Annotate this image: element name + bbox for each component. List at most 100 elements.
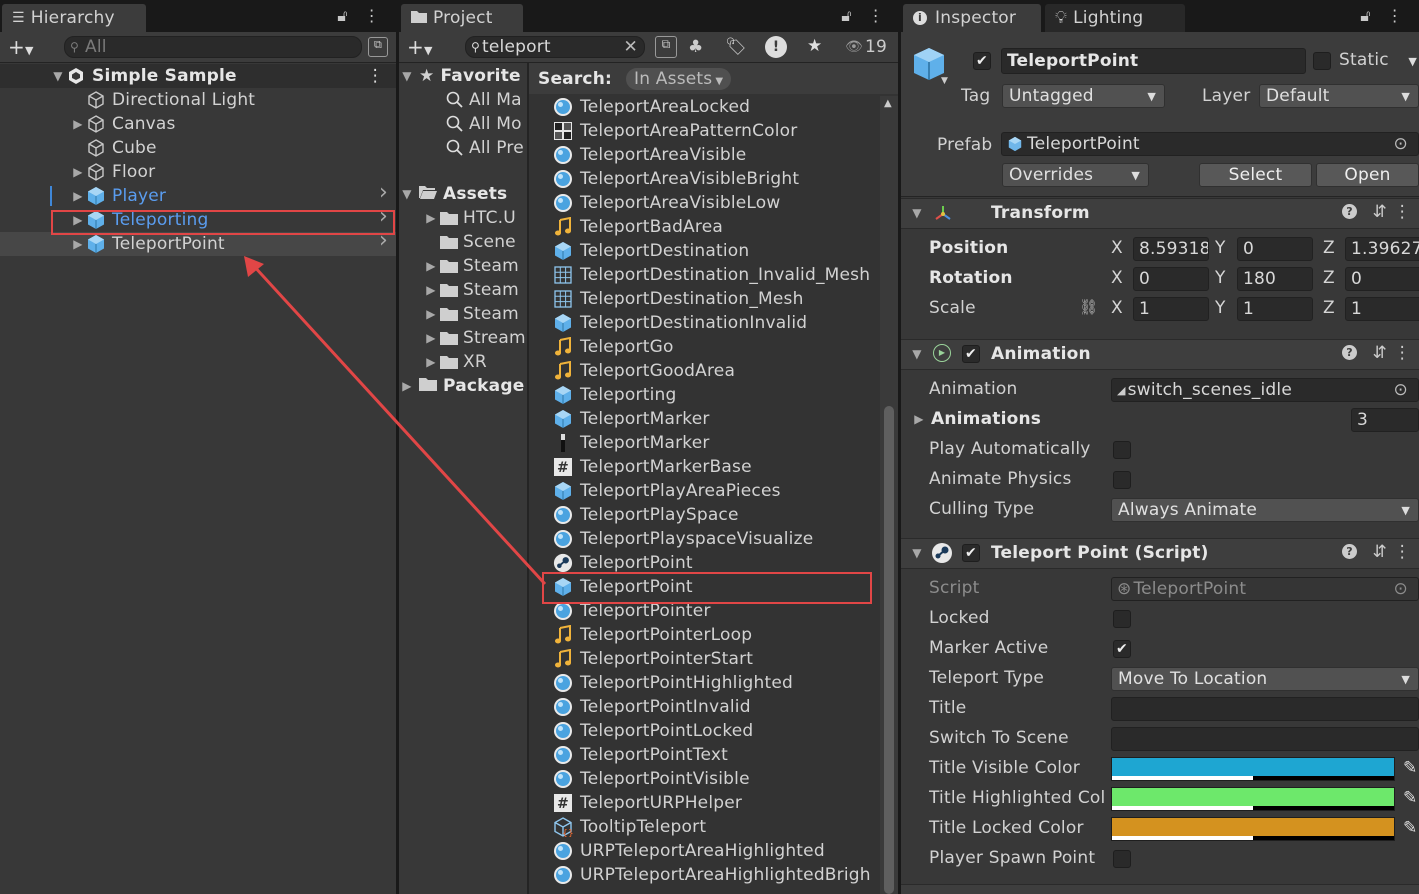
search-result-item[interactable]: TeleportMarker xyxy=(529,431,880,455)
search-result-item[interactable]: TeleportPlayspaceVisualize xyxy=(529,527,880,551)
open-prefab-chevron-icon[interactable]: › xyxy=(379,180,388,205)
collapse-arrow-icon[interactable]: ▼ xyxy=(909,546,925,560)
more-menu-icon[interactable]: ⋮ xyxy=(868,6,884,26)
title-locked-color-swatch[interactable] xyxy=(1111,817,1395,841)
lock-icon[interactable]: 🔓︎ xyxy=(841,6,852,26)
expand-arrow-icon[interactable]: ▶ xyxy=(423,355,439,369)
asset-folder-item[interactable]: ▶ Steam xyxy=(399,302,527,326)
search-result-item[interactable]: TeleportAreaLocked xyxy=(529,95,880,119)
expand-arrow-icon[interactable]: ▶ xyxy=(70,189,86,203)
asset-folder-item[interactable]: ▶ XR xyxy=(399,350,527,374)
axis-label-x[interactable]: X xyxy=(1111,238,1123,258)
teleport-point-enabled-checkbox[interactable]: ✔ xyxy=(962,544,980,562)
rotation-y-field[interactable]: 180 xyxy=(1237,267,1313,291)
filter-label-icon[interactable]: 🏷︎ xyxy=(725,37,747,57)
search-result-item[interactable]: TeleportBadArea xyxy=(529,215,880,239)
locked-checkbox[interactable] xyxy=(1113,610,1131,628)
search-result-item[interactable]: Teleporting xyxy=(529,383,880,407)
component-menu-icon[interactable]: ⋮ xyxy=(1394,343,1411,363)
hierarchy-item[interactable]: ▶ Floor xyxy=(0,160,396,184)
animation-clip-field[interactable]: ◢ switch_scenes_idle ⊙ xyxy=(1111,378,1419,402)
presets-icon[interactable]: ⇵ xyxy=(1373,343,1387,363)
search-result-item[interactable]: # TeleportURPHelper xyxy=(529,791,880,815)
search-result-item[interactable]: {} TooltipTeleport xyxy=(529,815,880,839)
object-picker-icon[interactable]: ⊙ xyxy=(1394,380,1408,400)
axis-label-y[interactable]: Y xyxy=(1215,238,1226,258)
eyedropper-icon[interactable]: ✎ xyxy=(1403,818,1417,838)
search-by-type-icon[interactable]: ⧉ xyxy=(655,36,677,58)
search-result-item[interactable]: TeleportPointHighlighted xyxy=(529,671,880,695)
overrides-dropdown[interactable]: Overrides ▼ xyxy=(1002,163,1149,187)
title-visible-color-swatch[interactable] xyxy=(1111,757,1395,781)
position-z-field[interactable]: 1.39627 xyxy=(1345,237,1419,261)
animations-count-field[interactable]: 3 xyxy=(1351,408,1419,432)
help-icon[interactable]: ? xyxy=(1342,204,1357,219)
hierarchy-item[interactable]: Directional Light xyxy=(0,88,396,112)
scale-z-field[interactable]: 1 xyxy=(1345,297,1419,321)
static-checkbox[interactable] xyxy=(1313,52,1331,70)
search-result-item[interactable]: TeleportPointInvalid xyxy=(529,695,880,719)
hierarchy-item[interactable]: ▶ Canvas xyxy=(0,112,396,136)
collapse-arrow-icon[interactable]: ▼ xyxy=(909,206,925,220)
asset-folder-item[interactable]: Scene xyxy=(399,230,527,254)
hierarchy-item[interactable]: ▶ TeleportPoint › xyxy=(0,228,396,256)
collapse-arrow-icon[interactable]: ▼ xyxy=(399,187,415,201)
expand-arrow-icon[interactable]: ▶ xyxy=(70,237,86,251)
search-result-item[interactable]: TeleportPlaySpace xyxy=(529,503,880,527)
search-result-item[interactable]: TeleportPointText xyxy=(529,743,880,767)
teleport-type-dropdown[interactable]: Move To Location ▼ xyxy=(1111,667,1419,691)
tab-project[interactable]: Project xyxy=(401,4,523,32)
favorites-item[interactable]: All Mo xyxy=(399,112,527,136)
collapse-arrow-icon[interactable]: ▼ xyxy=(399,69,415,83)
axis-label-y[interactable]: Y xyxy=(1215,298,1226,318)
clear-search-icon[interactable]: ✕ xyxy=(624,37,638,57)
hierarchy-search-input[interactable]: ⚲ All xyxy=(64,36,362,58)
search-result-item[interactable]: TeleportGo xyxy=(529,335,880,359)
favorites-header[interactable]: ▼ ★ Favorite xyxy=(399,64,527,88)
search-result-item[interactable]: TeleportAreaVisibleLow xyxy=(529,191,880,215)
search-result-item[interactable]: TeleportDestination xyxy=(529,239,880,263)
scroll-thumb[interactable] xyxy=(884,406,894,894)
component-menu-icon[interactable]: ⋮ xyxy=(1394,542,1411,562)
asset-folder-item[interactable]: ▶ Steam xyxy=(399,254,527,278)
search-result-item[interactable]: TeleportAreaPatternColor xyxy=(529,119,880,143)
axis-label-z[interactable]: Z xyxy=(1323,298,1335,318)
active-checkbox[interactable]: ✔ xyxy=(973,52,991,70)
hierarchy-item[interactable]: ▶ Player › xyxy=(0,180,396,208)
add-object-button[interactable]: +▼ xyxy=(8,35,34,59)
constrain-proportions-icon[interactable]: ⛓ xyxy=(1079,298,1098,316)
more-menu-icon[interactable]: ⋮ xyxy=(364,6,380,26)
expand-arrow-icon[interactable]: ▶ xyxy=(911,412,927,426)
icon-dropdown-caret[interactable]: ▼ xyxy=(941,76,948,86)
layer-dropdown[interactable]: Default ▼ xyxy=(1259,84,1419,108)
teleport-point-header[interactable]: ▼ ✔ Teleport Point (Script) ? ⇵ ⋮ xyxy=(901,538,1419,569)
asset-folder-item[interactable]: ▶ Stream xyxy=(399,326,527,350)
animation-enabled-checkbox[interactable]: ✔ xyxy=(962,345,980,363)
collapse-arrow-icon[interactable]: ▼ xyxy=(50,69,66,83)
search-result-item[interactable]: TeleportPointLocked xyxy=(529,719,880,743)
favorites-item[interactable]: All Ma xyxy=(399,88,527,112)
axis-label-z[interactable]: Z xyxy=(1323,268,1335,288)
component-menu-icon[interactable]: ⋮ xyxy=(1394,202,1411,222)
object-picker-icon[interactable]: ⊙ xyxy=(1394,134,1408,154)
help-icon[interactable]: ? xyxy=(1342,345,1357,360)
rotation-z-field[interactable]: 0 xyxy=(1345,267,1419,291)
hierarchy-item[interactable]: Cube xyxy=(0,136,396,160)
project-search-input[interactable]: ⚲ teleport ✕ xyxy=(465,36,645,58)
tag-dropdown[interactable]: Untagged ▼ xyxy=(1002,84,1165,108)
animate-physics-checkbox[interactable] xyxy=(1113,471,1131,489)
search-result-item[interactable]: TeleportAreaVisibleBright xyxy=(529,167,880,191)
scale-x-field[interactable]: 1 xyxy=(1133,297,1209,321)
search-result-item[interactable]: TeleportPointVisible xyxy=(529,767,880,791)
tab-lighting[interactable]: 💡︎ Lighting xyxy=(1045,4,1185,32)
asset-folder-item[interactable]: ▶ HTC.U xyxy=(399,206,527,230)
search-result-item[interactable]: URPTeleportAreaHighlightedBrigh xyxy=(529,863,880,887)
axis-label-y[interactable]: Y xyxy=(1215,268,1226,288)
lock-icon[interactable]: 🔓︎ xyxy=(337,6,348,26)
asset-folder-item[interactable]: ▶ Steam xyxy=(399,278,527,302)
collapse-arrow-icon[interactable]: ▼ xyxy=(909,347,925,361)
search-result-item[interactable]: URPTeleportAreaHighlighted xyxy=(529,839,880,863)
warning-icon[interactable]: ! xyxy=(765,36,787,58)
expand-arrow-icon[interactable]: ▶ xyxy=(399,379,415,393)
rotation-x-field[interactable]: 0 xyxy=(1133,267,1209,291)
